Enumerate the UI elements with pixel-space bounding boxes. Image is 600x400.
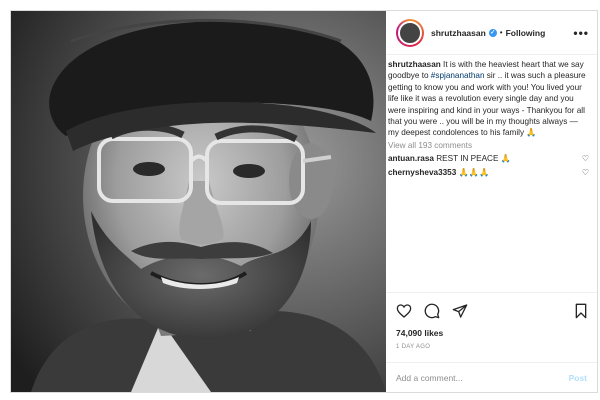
- following-button[interactable]: Following: [506, 28, 546, 38]
- comment-body: antuan.rasa REST IN PEACE 🙏: [388, 154, 578, 164]
- view-all-comments-link[interactable]: View all 193 comments: [388, 141, 589, 150]
- comment-like-icon[interactable]: ♡: [582, 168, 589, 177]
- add-comment-input[interactable]: [396, 372, 569, 383]
- more-options-icon[interactable]: •••: [573, 27, 589, 39]
- comment-username[interactable]: antuan.rasa: [388, 154, 434, 163]
- action-bar: [386, 292, 597, 328]
- post-modal: shrutzhaasan ✓ • Following ••• shrutzhaa…: [10, 10, 598, 393]
- avatar[interactable]: [396, 18, 424, 47]
- post-photo[interactable]: [11, 11, 386, 392]
- comment-row: antuan.rasa REST IN PEACE 🙏 ♡: [388, 154, 589, 164]
- avatar-image: [398, 20, 422, 45]
- bookmark-icon[interactable]: [573, 303, 589, 319]
- comment-text: 🙏🙏🙏: [456, 167, 490, 177]
- post-timestamp[interactable]: 1 DAY AGO: [386, 338, 597, 350]
- comment-body: chernysheva3353 🙏🙏🙏: [388, 168, 578, 178]
- separator-dot: •: [499, 28, 503, 37]
- comment-text: REST IN PEACE 🙏: [433, 153, 511, 163]
- comment-row: chernysheva3353 🙏🙏🙏 ♡: [388, 168, 589, 178]
- comment-icon[interactable]: [424, 303, 440, 319]
- caption-hashtag[interactable]: #spjananathan: [431, 71, 485, 80]
- post-header: shrutzhaasan ✓ • Following •••: [386, 11, 597, 55]
- post-caption: shrutzhaasan It is with the heaviest hea…: [388, 59, 589, 139]
- comment-username[interactable]: chernysheva3353: [388, 168, 456, 177]
- caption-text-part-2: sir .. it was such a pleasure getting to…: [388, 71, 586, 138]
- post-side-panel: shrutzhaasan ✓ • Following ••• shrutzhaa…: [386, 11, 597, 392]
- verified-badge-icon: ✓: [488, 28, 497, 37]
- post-comment-button[interactable]: Post: [569, 373, 587, 383]
- share-icon[interactable]: [452, 303, 468, 319]
- comments-section[interactable]: shrutzhaasan It is with the heaviest hea…: [386, 55, 597, 292]
- add-comment-bar: Post: [386, 362, 597, 392]
- caption-username[interactable]: shrutzhaasan: [388, 60, 441, 69]
- portrait-image: [11, 11, 386, 392]
- likes-count[interactable]: 74,090 likes: [386, 328, 597, 338]
- post-username[interactable]: shrutzhaasan: [431, 28, 486, 38]
- heart-icon[interactable]: [396, 303, 412, 319]
- comment-like-icon[interactable]: ♡: [582, 154, 589, 163]
